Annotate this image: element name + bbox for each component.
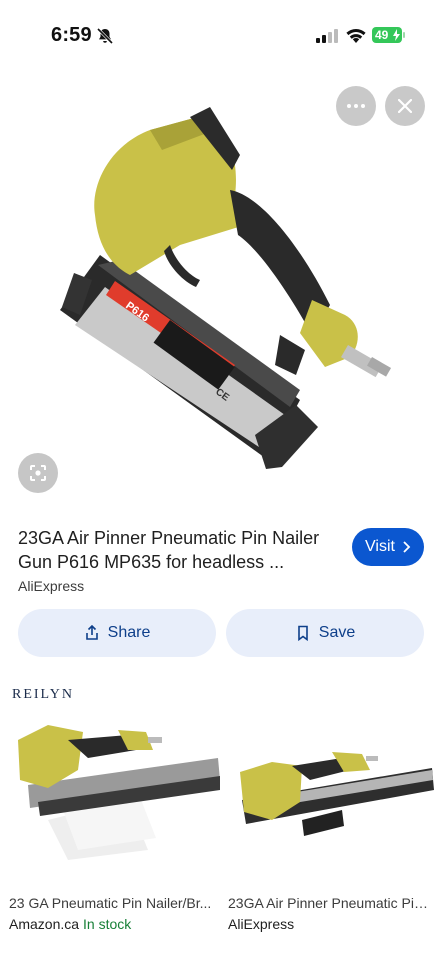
lens-icon [30,465,46,481]
related-card-2-title[interactable]: 23GA Air Pinner Pneumatic Pin... [228,895,432,911]
visual-search-button[interactable] [18,453,58,493]
related-image-2[interactable] [232,740,436,840]
related-card-1-store: Amazon.ca [9,916,80,932]
more-horizontal-icon [347,104,365,108]
result-source: AliExpress [18,578,85,594]
battery-indicator: 49 [372,27,402,43]
related-card-1-title[interactable]: 23 GA Pneumatic Pin Nailer/Br... [9,895,214,911]
visit-button[interactable]: Visit [352,528,424,566]
visit-label: Visit [365,538,395,555]
battery-cap [403,32,405,38]
battery-level: 49 [375,28,389,42]
share-label: Share [107,624,151,641]
bell-slash-icon [96,27,114,45]
more-options-button[interactable] [336,86,376,126]
related-card-2-source: AliExpress [228,916,295,932]
stock-badge: In stock [83,916,132,932]
status-time: 6:59 [51,24,92,46]
product-image[interactable]: P616 CE [0,75,442,505]
brand-logo: REILYN [12,687,74,702]
save-button[interactable]: Save [226,609,424,657]
share-button[interactable]: Share [18,609,216,657]
save-label: Save [318,624,356,641]
share-icon [85,625,98,640]
status-bar: 6:59 49 [0,0,442,70]
chevron-right-icon [403,541,411,553]
close-button[interactable] [385,86,425,126]
close-icon [398,99,412,113]
wifi-icon [346,28,366,43]
related-image-1[interactable] [8,710,222,860]
bookmark-icon [297,625,308,641]
charging-bolt-icon [393,29,400,41]
cellular-signal-icon [316,29,338,43]
related-card-1-source: Amazon.ca In stock [9,916,131,932]
result-title[interactable]: 23GA Air Pinner Pneumatic Pin Nailer Gun… [18,526,338,574]
